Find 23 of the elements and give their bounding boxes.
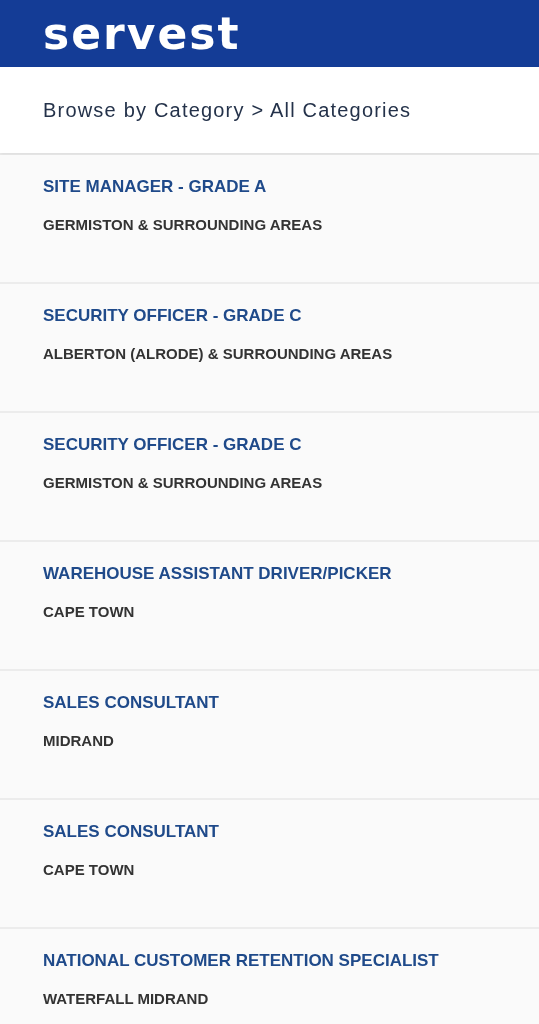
breadcrumb[interactable]: Browse by Category > All Categories — [43, 95, 412, 125]
job-card[interactable]: NATIONAL CUSTOMER RETENTION SPECIALIST WATERFALL MIDRAND — [0, 929, 539, 1024]
job-title[interactable]: WAREHOUSE ASSISTANT DRIVER/PICKER — [43, 561, 496, 587]
job-title[interactable]: SALES CONSULTANT — [43, 690, 496, 716]
job-title[interactable]: SECURITY OFFICER - GRADE C — [43, 303, 496, 329]
job-location: CAPE TOWN — [43, 601, 136, 622]
job-card[interactable]: SITE MANAGER - GRADE A GERMISTON & SURROUNDING AREAS — [0, 155, 539, 282]
job-title[interactable]: SECURITY OFFICER - GRADE C — [43, 432, 496, 458]
job-card[interactable]: WAREHOUSE ASSISTANT DRIVER/PICKER CAPE TOWN — [0, 542, 539, 669]
job-title[interactable]: NATIONAL CUSTOMER RETENTION SPECIALIST — [43, 948, 496, 974]
job-title[interactable]: SITE MANAGER - GRADE A — [43, 174, 496, 200]
job-location: CAPE TOWN — [43, 859, 136, 880]
job-card[interactable]: SALES CONSULTANT MIDRAND — [0, 671, 539, 798]
job-title[interactable]: SALES CONSULTANT — [43, 819, 496, 845]
job-card[interactable]: SECURITY OFFICER - GRADE C GERMISTON & SURROUNDING AREAS — [0, 413, 539, 540]
job-location: ALBERTON (ALRODE) & SURROUNDING AREAS — [43, 343, 394, 364]
job-location: MIDRAND — [43, 730, 115, 751]
logo[interactable]: servest — [43, 11, 241, 56]
job-location: WATERFALL MIDRAND — [43, 988, 210, 1009]
job-location: GERMISTON & SURROUNDING AREAS — [43, 472, 324, 493]
job-card[interactable]: SALES CONSULTANT CAPE TOWN — [0, 800, 539, 927]
job-location: GERMISTON & SURROUNDING AREAS — [43, 214, 324, 235]
job-card[interactable]: SECURITY OFFICER - GRADE C ALBERTON (ALRODE) & SURROUNDING AREAS — [0, 284, 539, 411]
